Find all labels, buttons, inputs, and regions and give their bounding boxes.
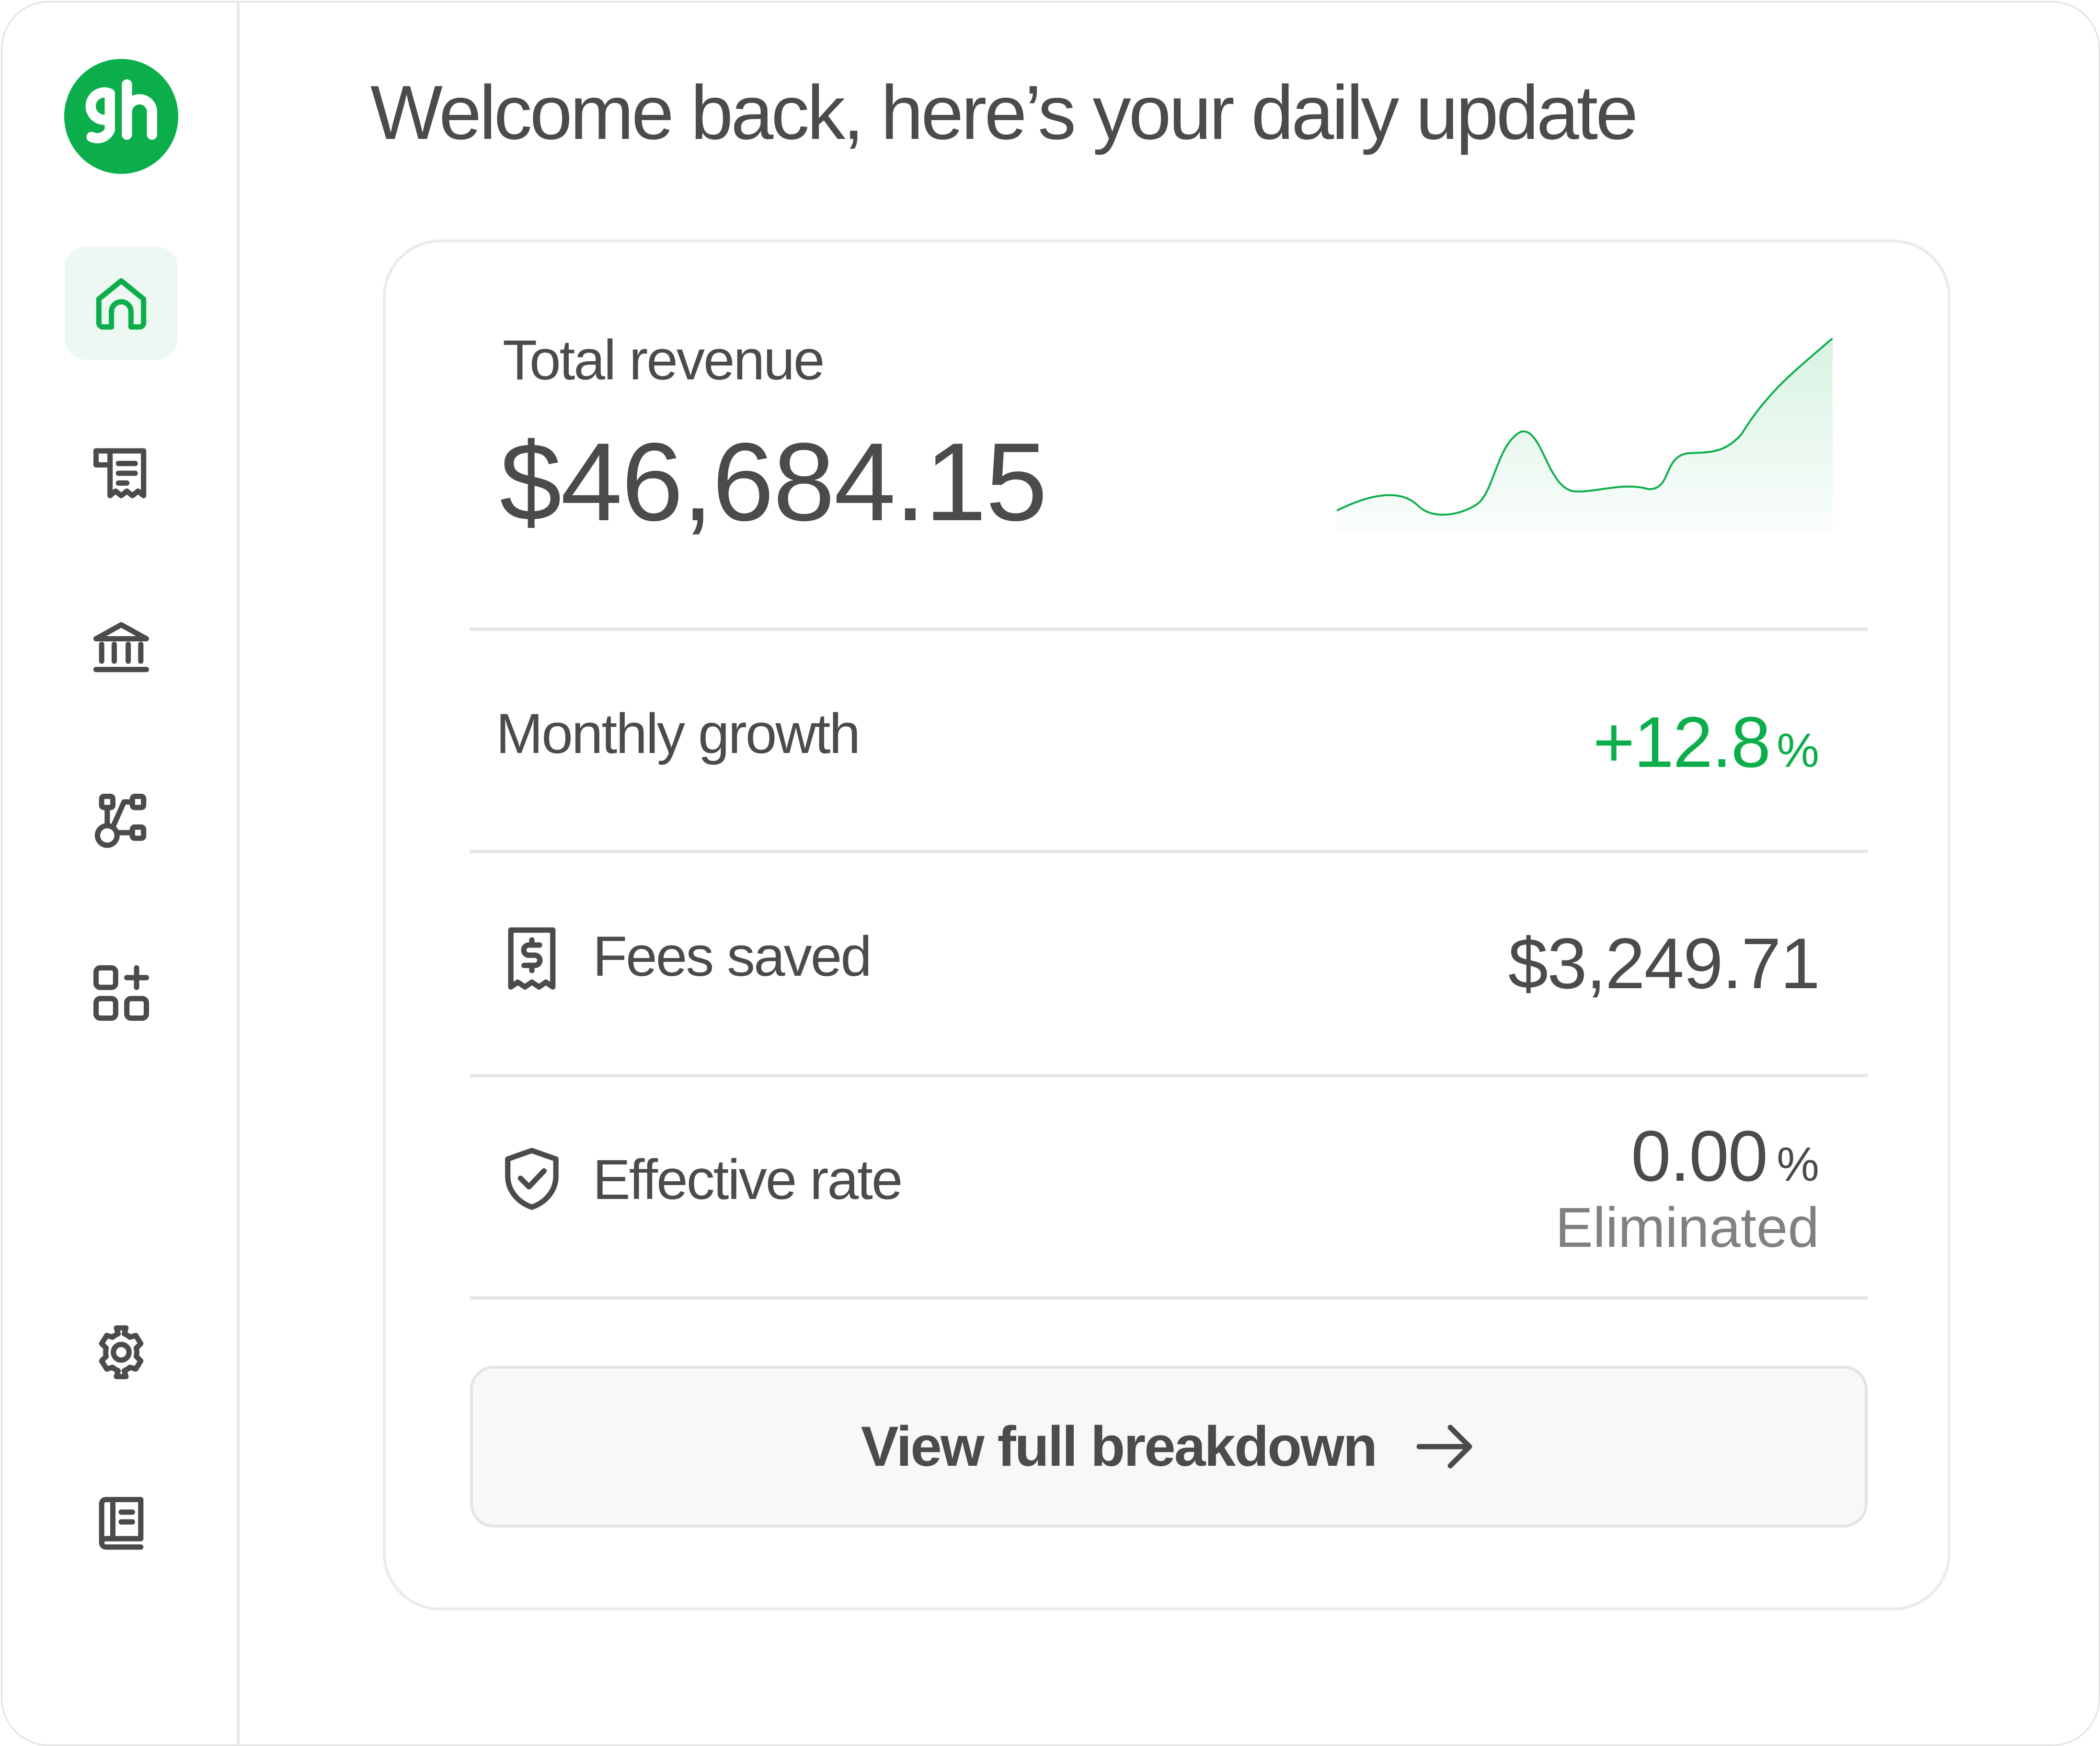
fees-saved-value: $3,249.71 (1508, 923, 1820, 1004)
total-revenue-value: $46,684.15 (500, 420, 1047, 544)
fees-saved-label: Fees saved (593, 925, 872, 988)
gh-logo-icon[interactable] (64, 59, 178, 174)
receipt-icon (93, 448, 147, 499)
monthly-growth-label: Monthly growth (496, 702, 861, 765)
growth-number: +12.8 (1593, 702, 1771, 782)
divider (470, 1296, 1868, 1300)
sidebar-item-apps[interactable] (65, 936, 178, 1050)
gear-icon (99, 1325, 144, 1380)
home-icon (96, 278, 147, 330)
apps-add-icon (93, 965, 149, 1021)
divider (470, 1074, 1868, 1077)
growth-unit: % (1777, 724, 1819, 777)
revenue-summary-card: Total revenue $46,684.15 Monthly growth … (383, 240, 1951, 1610)
divider (470, 628, 1868, 631)
sidebar-item-settings[interactable] (65, 1296, 178, 1409)
sidebar-item-home[interactable] (65, 247, 178, 360)
arrow-right-icon (1414, 1423, 1477, 1471)
sidebar (2, 2, 240, 1745)
view-full-breakdown-label: View full breakdown (861, 1415, 1377, 1478)
sidebar-item-docs[interactable] (65, 1468, 178, 1581)
effective-rate-status: Eliminated (1555, 1196, 1819, 1259)
shield-check-icon (501, 1143, 563, 1215)
book-icon (99, 1496, 144, 1550)
workflow-icon (94, 793, 147, 848)
sidebar-item-receipts[interactable] (65, 417, 178, 530)
divider (470, 850, 1868, 853)
effective-rate-label: Effective rate (593, 1148, 903, 1211)
view-full-breakdown-button[interactable]: View full breakdown (470, 1366, 1868, 1528)
sidebar-item-banking[interactable] (65, 591, 178, 704)
rate-unit: % (1777, 1138, 1819, 1191)
sidebar-item-workflows[interactable] (65, 765, 178, 878)
rate-number: 0.00 (1631, 1116, 1768, 1196)
sparkline-area (1337, 338, 1833, 532)
total-revenue-label: Total revenue (503, 329, 825, 392)
effective-rate-value: 0.00% (1631, 1120, 1819, 1192)
bank-icon (93, 622, 149, 673)
app-window: Welcome back, here’s your daily update T… (1, 1, 2100, 1746)
page-title: Welcome back, here’s your daily update (370, 69, 1638, 155)
receipt-dollar-icon (501, 923, 563, 994)
revenue-sparkline (1337, 338, 1833, 532)
monthly-growth-value: +12.8% (1593, 706, 1819, 778)
